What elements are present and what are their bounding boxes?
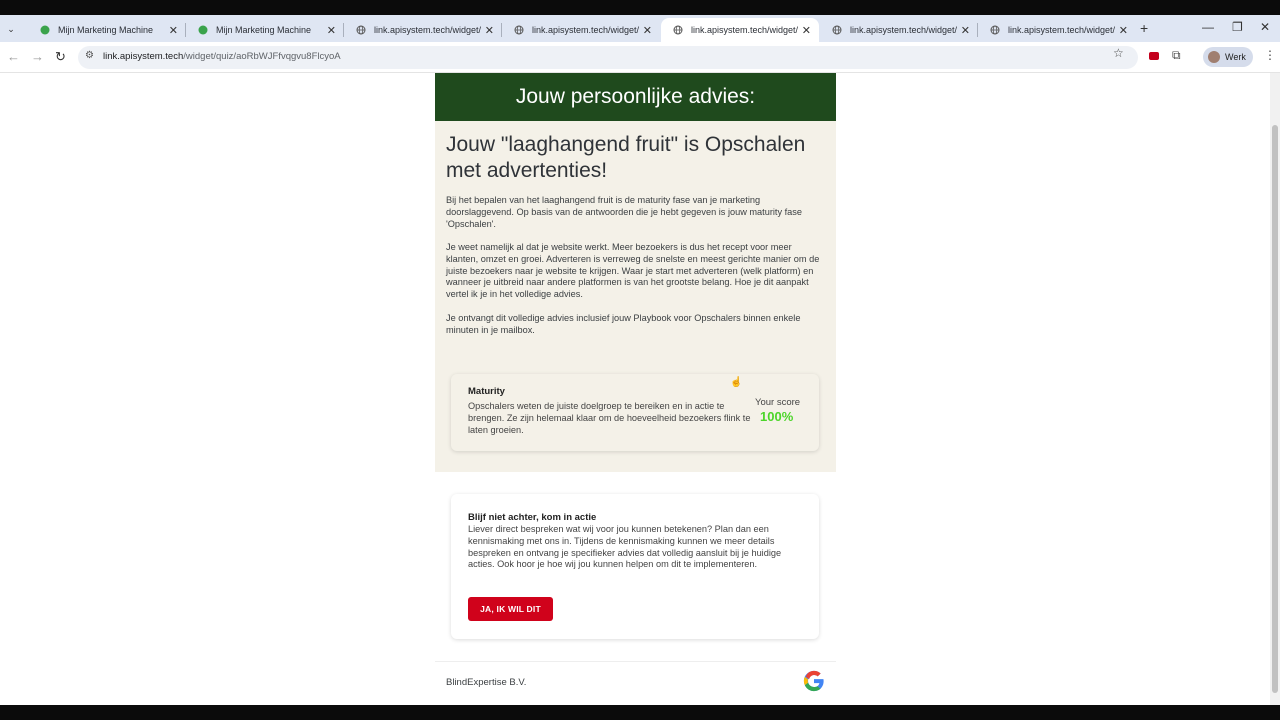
maturity-title: Maturity [468,386,505,397]
site-settings-icon[interactable]: ⚙ [85,50,94,61]
back-arrow-icon[interactable]: ← [7,49,20,64]
tab-title: Mijn Marketing Machine [216,25,312,35]
green-mm-favicon [40,25,50,35]
footer-company: BlindExpertise B.V. [446,677,527,688]
red-extension-icon[interactable] [1149,52,1159,60]
maturity-score-box: Maturity Opschalers weten de juiste doel… [451,374,819,451]
close-tab-icon[interactable]: ✕ [643,24,652,37]
url-host: link.apisystem.tech [103,51,184,62]
avatar [1208,51,1220,63]
advice-section: Jouw "laaghangend fruit" is Opschalen me… [435,121,836,472]
extensions-puzzle-icon[interactable]: ⧉ [1172,48,1181,63]
close-tab-icon[interactable]: ✕ [169,24,178,37]
forward-arrow-icon[interactable]: → [31,49,44,64]
bookmark-star-icon[interactable]: ☆ [1113,46,1124,60]
close-window-icon[interactable]: ✕ [1260,20,1270,34]
screen-top-border [0,0,1280,15]
tab-title: link.apisystem.tech/widget/quiz [1008,25,1115,35]
browser-tab[interactable]: link.apisystem.tech/widget/quiz ✕ [978,18,1136,42]
tab-search-button[interactable]: ⌄ [4,22,18,36]
score-value: 100% [760,409,794,424]
tab-title: link.apisystem.tech/widget/quiz [691,25,798,35]
restore-window-icon[interactable]: ❐ [1232,20,1243,34]
page-viewport: Jouw persoonlijke advies: Jouw "laaghang… [0,73,1280,705]
tab-title: link.apisystem.tech/widget/quiz [374,25,481,35]
browser-toolbar: ← → ↻ ⚙ link.apisystem.tech/widget/quiz/… [0,42,1280,73]
tab-title: link.apisystem.tech/widget/quiz [850,25,957,35]
advice-paragraph: Bij het bepalen van het laaghangend frui… [446,195,802,229]
url-path: /widget/quiz/aoRbWJFfvqgvu8FlcyoA [183,51,341,62]
globe-icon [514,25,524,35]
advice-headline: Jouw "laaghangend fruit" is Opschalen me… [446,133,806,182]
reload-icon[interactable]: ↻ [55,49,66,65]
mouse-cursor-icon: ☝ [730,377,743,388]
scrollbar-thumb[interactable] [1272,125,1278,693]
green-mm-favicon [198,25,208,35]
advice-paragraph: Je ontvangt dit volledige advies inclusi… [446,313,801,335]
new-tab-button[interactable]: + [1140,20,1148,36]
cta-title: Blijf niet achter, kom in actie [468,512,597,523]
result-header: Jouw persoonlijke advies: [435,73,836,121]
address-bar[interactable]: ⚙ link.apisystem.tech/widget/quiz/aoRbWJ… [78,46,1138,69]
browser-tab[interactable]: Mijn Marketing Machine ✕ [186,18,344,42]
globe-icon [990,25,1000,35]
screen-bottom-border [0,705,1280,720]
browser-tab[interactable]: Mijn Marketing Machine ✕ [28,18,186,42]
browser-tab[interactable]: link.apisystem.tech/widget/quiz ✕ [820,18,978,42]
close-tab-icon[interactable]: ✕ [327,24,336,37]
score-label: Your score [755,397,801,408]
google-logo-icon [803,670,824,692]
page-scrollbar[interactable] [1270,73,1280,705]
close-tab-icon[interactable]: ✕ [802,24,811,37]
globe-icon [356,25,366,35]
footer-divider [435,661,836,662]
tab-title: Mijn Marketing Machine [58,25,154,35]
cta-box: Blijf niet achter, kom in actie Liever d… [451,494,819,639]
tab-title: link.apisystem.tech/widget/quiz [532,25,639,35]
advice-paragraph: Je weet namelijk al dat je website werkt… [446,242,820,300]
url-text[interactable]: link.apisystem.tech/widget/quiz/aoRbWJFf… [103,51,341,62]
globe-icon [673,25,683,35]
cta-section: Blijf niet achter, kom in actie Liever d… [435,472,836,705]
globe-icon [832,25,842,35]
browser-tab-active[interactable]: link.apisystem.tech/widget/quiz ✕ [661,18,819,42]
close-tab-icon[interactable]: ✕ [961,24,970,37]
tab-strip: ⌄ Mijn Marketing Machine ✕ Mijn Marketin… [0,15,1280,42]
more-menu-icon[interactable]: ⋮ [1264,48,1276,62]
cta-description: Liever direct bespreken wat wij voor jou… [468,524,782,570]
profile-label: Werk [1225,52,1246,62]
browser-tab[interactable]: link.apisystem.tech/widget/quiz ✕ [344,18,502,42]
maturity-description: Opschalers weten de juiste doelgroep te … [468,401,751,435]
quiz-result-card: Jouw persoonlijke advies: Jouw "laaghang… [435,73,836,705]
close-tab-icon[interactable]: ✕ [1119,24,1128,37]
cta-button[interactable]: JA, IK WIL DIT [468,597,553,621]
close-tab-icon[interactable]: ✕ [485,24,494,37]
profile-button[interactable]: Werk [1203,47,1253,67]
browser-tab[interactable]: link.apisystem.tech/widget/quiz ✕ [502,18,660,42]
minimize-window-icon[interactable]: — [1202,20,1214,34]
